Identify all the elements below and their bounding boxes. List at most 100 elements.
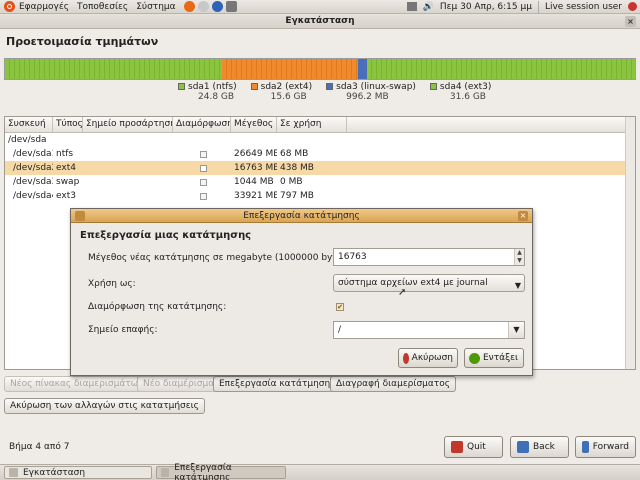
new-partition-button[interactable]: Νέο διαμέρισμα (137, 376, 221, 392)
cancel-label: Ακύρωση (411, 353, 453, 363)
table-header: Συσκευή Τύπος Σημείο προσάρτησης Διαμόρφ… (5, 117, 635, 133)
format-checkbox[interactable] (200, 192, 207, 200)
table-row[interactable]: /dev/sda1 ntfs 26649 MB 68 MB (5, 147, 635, 161)
format-partition-checkbox[interactable]: ✔ (336, 303, 344, 311)
cell-used: 438 MB (280, 163, 314, 173)
menu-places[interactable]: Τοποθεσίες (77, 2, 128, 12)
window-title: Εγκατάσταση (285, 16, 355, 26)
legend-item: sda3 (linux-swap) 996.2 MB (326, 82, 416, 102)
session-menu[interactable]: Live session user (545, 2, 622, 12)
mount-point-combo[interactable]: / ▼ (333, 321, 525, 339)
dialog-title: Επεξεργασία κατάτμησης (243, 211, 360, 221)
table-row-selected[interactable]: /dev/sda2 ext4 16763 MB 438 MB (5, 161, 635, 175)
cell-format (173, 164, 231, 172)
cell-used: 68 MB (280, 149, 309, 159)
taskbar: Εγκατάσταση Επεξεργασία κατάτμησης (0, 463, 640, 480)
ok-button[interactable]: Εντάξει (464, 348, 524, 368)
firefox-icon[interactable] (183, 1, 195, 12)
size-value: 16763 (338, 252, 367, 262)
cell-type: ntfs (56, 149, 74, 159)
quit-button[interactable]: Quit (444, 436, 503, 458)
arrow-right-icon (582, 441, 589, 453)
legend-name: sda3 (linux-swap) (336, 82, 416, 92)
revert-changes-button[interactable]: Ακύρωση των αλλαγών στις κατατμήσεις (4, 398, 205, 414)
divider (537, 0, 539, 13)
forward-button[interactable]: Forward (575, 436, 636, 458)
forward-label: Forward (592, 442, 629, 452)
edit-partition-button[interactable]: Επεξεργασία κατάτμησης (213, 376, 342, 392)
table-row[interactable]: /dev/sda (5, 133, 635, 147)
partition-segment-sda2 (221, 59, 358, 79)
use-as-label: Χρήση ως: (88, 279, 136, 289)
partition-segment-sda3 (357, 59, 367, 79)
legend-swatch (429, 83, 437, 90)
cell-device: /dev/sda (8, 135, 47, 145)
network-icon[interactable] (406, 2, 417, 11)
checkmark-icon (469, 352, 480, 364)
size-label: Μέγεθος νέας κατάτμησης σε megabyte (100… (88, 253, 353, 263)
dialog-heading: Επεξεργασία μιας κατάτμησης (80, 230, 252, 241)
screenshot-icon[interactable] (225, 1, 237, 12)
spin-arrows-icon[interactable]: ▲ ▼ (514, 249, 524, 265)
help-icon[interactable] (211, 1, 223, 12)
column-header-used[interactable]: Σε χρήση (277, 117, 347, 132)
new-partition-table-button[interactable]: Νέος πίνακας διαμερισμάτων (4, 376, 150, 392)
cell-size: 1044 MB (234, 177, 274, 187)
legend-swatch (326, 83, 334, 90)
mount-point-value: / (338, 325, 342, 335)
delete-partition-button[interactable]: Διαγραφή διαμερίσματος (330, 376, 457, 392)
use-as-value: σύστημα αρχείων ext4 με journal (338, 278, 488, 288)
cell-size: 26649 MB (234, 149, 277, 159)
volume-icon[interactable]: 🔊 (423, 2, 434, 12)
window-titlebar: Εγκατάσταση × (0, 14, 640, 29)
page-title: Προετοιμασία τμημάτων (6, 35, 159, 48)
menu-applications[interactable]: Εφαρμογές (19, 2, 69, 12)
column-header-size[interactable]: Μέγεθος (231, 117, 277, 132)
cell-format (173, 178, 231, 186)
format-checkbox[interactable] (200, 150, 207, 158)
legend-swatch (178, 83, 185, 90)
dialog-close-button[interactable]: × (518, 211, 528, 221)
quit-label: Quit (467, 442, 486, 452)
use-as-dropdown[interactable]: σύστημα αρχείων ext4 με journal ▼ (333, 274, 525, 292)
power-icon[interactable] (628, 2, 637, 11)
taskbar-item-edit-partition[interactable]: Επεξεργασία κατάτμησης (156, 463, 286, 480)
format-label: Διαμόρφωση της κατάτμησης: (88, 302, 227, 312)
ubuntu-logo-icon[interactable] (4, 1, 15, 12)
window-close-button[interactable]: × (625, 16, 636, 27)
cell-device: /dev/sda1 (13, 149, 53, 159)
column-header-mount[interactable]: Σημείο προσάρτησης (83, 117, 173, 132)
cell-type: ext3 (56, 191, 76, 201)
partition-legend: sda1 (ntfs) 24.8 GB sda2 (ext4) 15.6 GB sd… (178, 82, 491, 102)
installer-icon (9, 468, 18, 477)
menu-system[interactable]: Σύστημα (136, 2, 175, 12)
partition-size-spinbox[interactable]: 16763 ▲ ▼ (333, 248, 525, 266)
edit-partition-dialog: Επεξεργασία κατάτμησης × Επεξεργασία μια… (70, 208, 533, 376)
legend-item: sda1 (ntfs) 24.8 GB (178, 82, 237, 102)
cell-size: 33921 MB (234, 191, 277, 201)
back-button[interactable]: Back (510, 436, 569, 458)
table-row[interactable]: /dev/sda3 swap 1044 MB 0 MB (5, 175, 635, 189)
legend-size: 996.2 MB (346, 92, 389, 102)
clock[interactable]: Πεμ 30 Απρ, 6:15 μμ (440, 2, 532, 12)
format-checkbox[interactable] (200, 164, 207, 172)
column-header-format[interactable]: Διαμόρφωση; (173, 117, 231, 132)
cell-device: /dev/sda3 (13, 177, 53, 187)
legend-swatch (250, 83, 258, 90)
dialog-titlebar: Επεξεργασία κατάτμησης × (71, 209, 532, 223)
ok-label: Εντάξει (483, 353, 518, 363)
table-row[interactable]: /dev/sda4 ext3 33921 MB 797 MB (5, 189, 635, 203)
column-header-type[interactable]: Τύπος (53, 117, 83, 132)
task-label: Εγκατάσταση (23, 467, 86, 478)
column-header-device[interactable]: Συσκευή (5, 117, 53, 132)
chevron-down-icon[interactable]: ▼ (508, 322, 524, 338)
chevron-down-icon: ▼ (514, 281, 521, 290)
table-scrollbar[interactable] (625, 117, 635, 369)
cell-device: /dev/sda2 (13, 163, 53, 173)
cancel-button[interactable]: Ακύρωση (398, 348, 458, 368)
step-indicator: Βήμα 4 από 7 (9, 442, 70, 452)
format-checkbox[interactable] (200, 178, 207, 186)
mail-icon[interactable] (197, 1, 209, 12)
taskbar-item-installer[interactable]: Εγκατάσταση (4, 466, 152, 479)
system-tray: 🔊 Πεμ 30 Απρ, 6:15 μμ Live session user (401, 0, 640, 13)
